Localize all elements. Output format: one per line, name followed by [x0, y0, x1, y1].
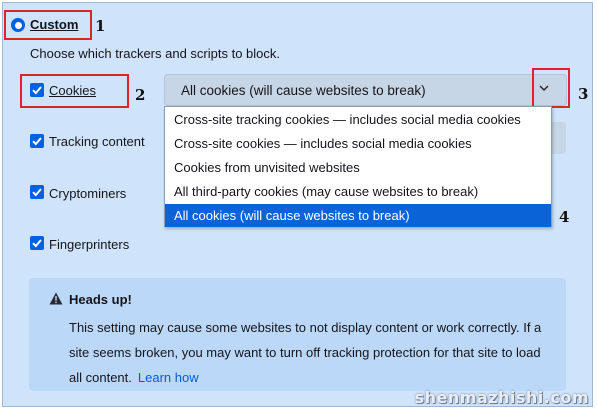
cookies-select[interactable]: All cookies (will cause websites to brea… — [164, 74, 567, 106]
checkmark-icon — [32, 137, 42, 146]
notice-title: Heads up! — [69, 292, 132, 307]
checkmark-icon — [32, 188, 42, 197]
warning-icon — [49, 292, 63, 305]
annotation-box-2 — [20, 74, 129, 108]
cryptominers-checkbox[interactable] — [30, 185, 44, 199]
heads-up-notice: Heads up! This setting may cause some we… — [29, 278, 566, 391]
cookies-dropdown-list: Cross-site tracking cookies — includes s… — [164, 106, 552, 227]
tracking-select-edge — [552, 122, 566, 154]
tracking-content-label[interactable]: Tracking content — [49, 134, 145, 149]
annotation-number-1: 1 — [95, 17, 106, 35]
dropdown-option[interactable]: Cookies from unvisited websites — [165, 156, 551, 180]
dropdown-option-selected[interactable]: All cookies (will cause websites to brea… — [165, 204, 551, 227]
checkmark-icon — [32, 239, 42, 248]
watermark: shenmazhishi.com — [414, 388, 589, 407]
annotation-box-1 — [4, 10, 92, 40]
annotation-number-4: 4 — [559, 208, 570, 226]
tracking-content-checkbox[interactable] — [30, 134, 44, 148]
fingerprinters-checkbox[interactable] — [30, 236, 44, 250]
dropdown-option[interactable]: Cross-site cookies — includes social med… — [165, 132, 551, 156]
notice-body: This setting may cause some websites to … — [69, 315, 549, 390]
annotation-number-2: 2 — [135, 86, 146, 104]
chevron-down-icon[interactable] — [538, 84, 550, 92]
cookies-select-value: All cookies (will cause websites to brea… — [181, 83, 426, 98]
dropdown-option[interactable]: All third-party cookies (may cause websi… — [165, 180, 551, 204]
fingerprinters-label[interactable]: Fingerprinters — [49, 237, 129, 252]
annotation-number-3: 3 — [578, 85, 589, 103]
cryptominers-label[interactable]: Cryptominers — [49, 186, 126, 201]
section-description: Choose which trackers and scripts to blo… — [30, 46, 280, 61]
learn-how-link[interactable]: Learn how — [138, 370, 199, 385]
dropdown-option[interactable]: Cross-site tracking cookies — includes s… — [165, 108, 551, 132]
